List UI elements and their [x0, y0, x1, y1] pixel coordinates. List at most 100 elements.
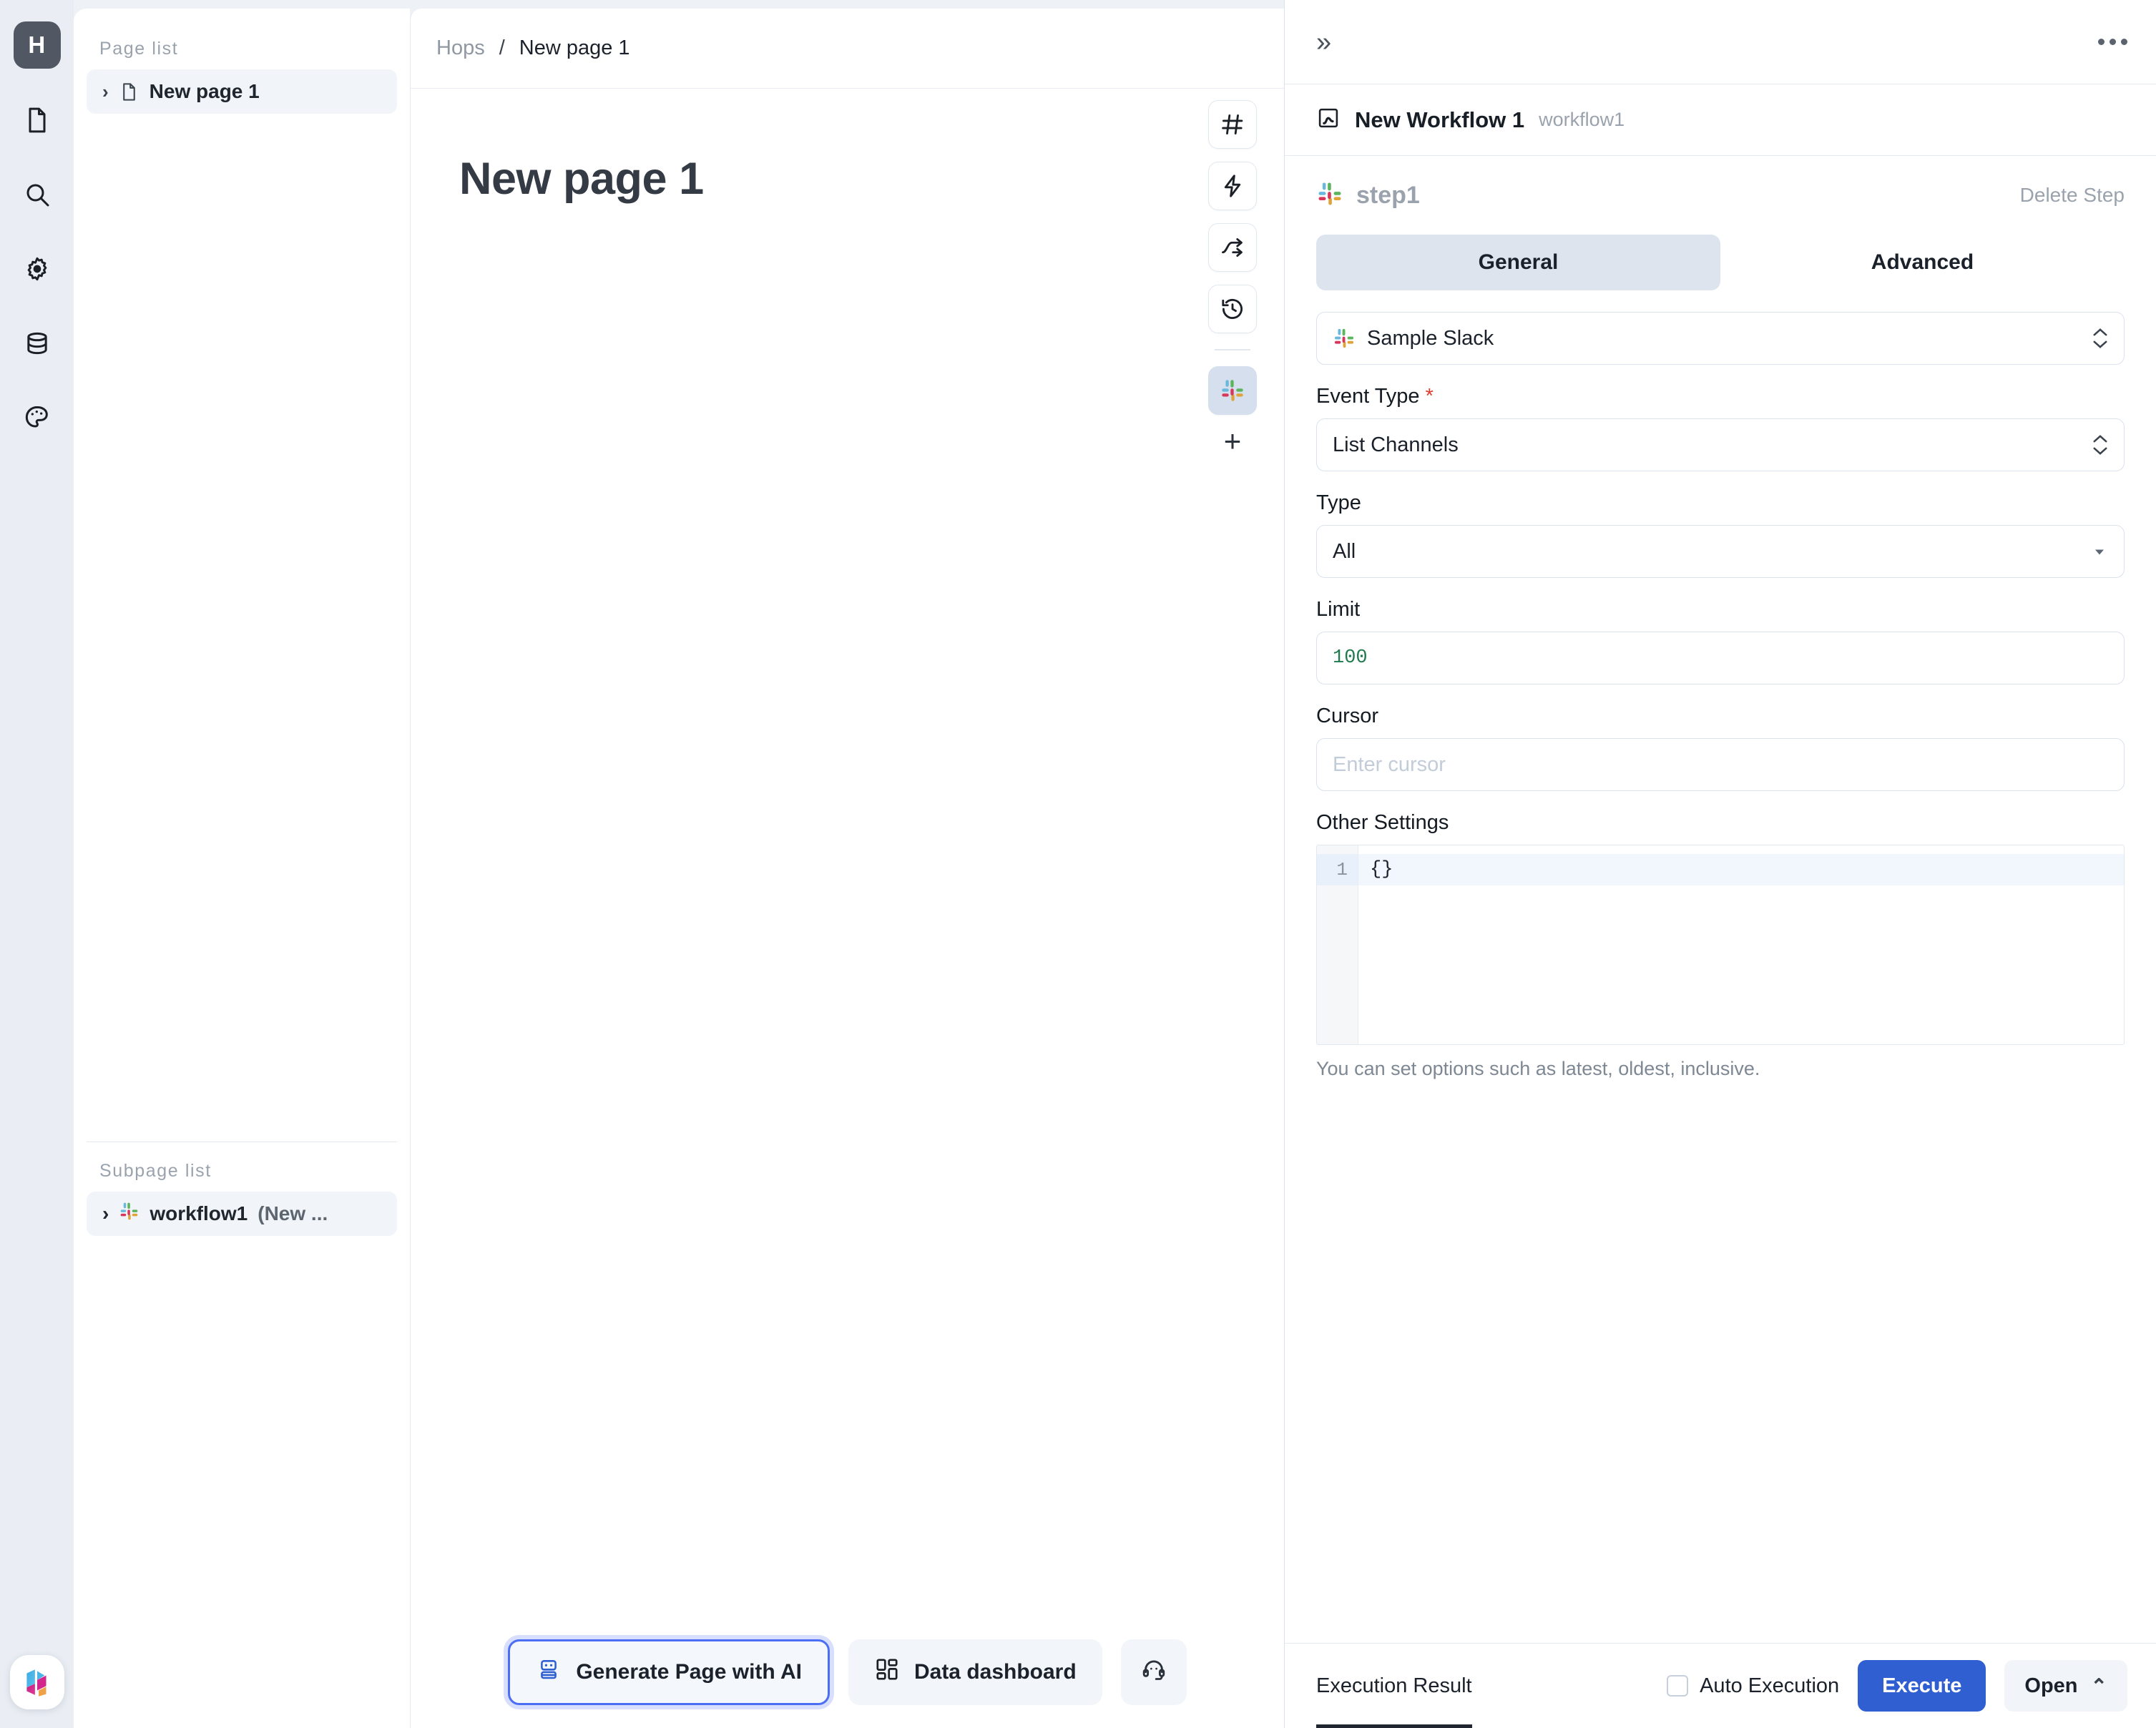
- limit-value: 100: [1333, 647, 1368, 669]
- connection-field: Sample Slack: [1316, 312, 2125, 365]
- search-icon[interactable]: [14, 172, 60, 217]
- slack-icon-button[interactable]: [1208, 366, 1257, 415]
- page-title[interactable]: New page 1: [411, 89, 1284, 205]
- other-settings-label: Other Settings: [1316, 811, 1449, 834]
- cursor-placeholder: Enter cursor: [1333, 752, 1446, 776]
- chevron-right-icon[interactable]: ›: [102, 1202, 109, 1225]
- slack-icon: [119, 1201, 139, 1227]
- chevron-right-icon[interactable]: ›: [102, 82, 109, 101]
- page-list-item-new-page-1[interactable]: › New page 1: [87, 69, 397, 114]
- other-settings-helper-text: You can set options such as latest, olde…: [1316, 1058, 1760, 1079]
- history-icon-button[interactable]: [1208, 285, 1257, 333]
- branch-icon-button[interactable]: [1208, 223, 1257, 272]
- subpage-list-item-workflow1[interactable]: › workflow1 (New ...: [87, 1192, 397, 1236]
- add-step-button[interactable]: +: [1224, 426, 1242, 456]
- robot-icon: [536, 1656, 562, 1688]
- tab-execution-result[interactable]: Execution Result: [1316, 1644, 1472, 1728]
- divider: [1215, 349, 1250, 350]
- workflow-header[interactable]: New Workflow 1 workflow1: [1285, 84, 2156, 156]
- limit-field: Limit 100: [1316, 598, 2125, 684]
- event-type-label-text: Event Type: [1316, 385, 1420, 408]
- support-headset-icon: [1141, 1656, 1167, 1688]
- page-list-title: Page list: [99, 39, 179, 59]
- other-settings-field: Other Settings 1 {} You can set options …: [1316, 811, 2125, 1080]
- event-type-value: List Channels: [1333, 433, 1459, 456]
- left-icon-rail: H: [0, 0, 74, 1728]
- type-field: Type All: [1316, 491, 2125, 578]
- data-dashboard-button[interactable]: Data dashboard: [848, 1639, 1102, 1705]
- subpage-list-title: Subpage list: [99, 1161, 212, 1181]
- cursor-input[interactable]: Enter cursor: [1316, 738, 2125, 791]
- open-panel-button[interactable]: Open ⌃: [2004, 1660, 2127, 1712]
- auto-execution-toggle[interactable]: Auto Execution: [1667, 1674, 1839, 1698]
- other-settings-code-editor[interactable]: 1 {}: [1316, 845, 2125, 1045]
- page-list-item-label: New page 1: [149, 80, 260, 102]
- type-label: Type: [1316, 491, 1361, 514]
- execute-button[interactable]: Execute: [1858, 1660, 1986, 1712]
- data-dashboard-label: Data dashboard: [913, 1660, 1077, 1684]
- hash-icon-button[interactable]: [1208, 100, 1257, 149]
- page-list-spacer: [74, 114, 410, 1142]
- breadcrumb-separator: /: [499, 36, 505, 59]
- stepper-arrows-icon[interactable]: [2092, 434, 2108, 456]
- required-asterisk: *: [1425, 385, 1434, 408]
- generate-page-with-ai-label: Generate Page with AI: [576, 1660, 802, 1684]
- subpage-list-item-suffix: (New ...: [258, 1202, 328, 1224]
- workflow-icon: [1316, 106, 1341, 134]
- workflow-name: New Workflow 1: [1355, 107, 1525, 132]
- auto-execution-label: Auto Execution: [1700, 1674, 1840, 1697]
- type-select[interactable]: All: [1316, 525, 2125, 578]
- breadcrumb-current: New page 1: [519, 36, 630, 59]
- database-icon[interactable]: [14, 320, 60, 366]
- side-panel-header: »: [1285, 0, 2156, 84]
- app-logo-button[interactable]: H: [13, 21, 61, 69]
- chevron-down-icon[interactable]: [2091, 543, 2108, 560]
- chevron-double-right-icon[interactable]: »: [1316, 29, 1331, 56]
- step-identity: step1: [1316, 180, 1420, 211]
- hops-logo-icon[interactable]: [9, 1655, 64, 1709]
- tab-general[interactable]: General: [1316, 235, 1720, 290]
- step-form: Sample Slack Event Type * List Channels: [1285, 300, 2156, 1643]
- canvas-tool-strip: +: [1208, 100, 1257, 456]
- breadcrumb-root[interactable]: Hops: [436, 36, 485, 60]
- type-value: All: [1333, 539, 1356, 563]
- connection-select[interactable]: Sample Slack: [1316, 312, 2125, 365]
- palette-icon[interactable]: [14, 395, 60, 441]
- cursor-field: Cursor Enter cursor: [1316, 705, 2125, 791]
- event-type-label: Event Type *: [1316, 385, 2125, 408]
- support-button[interactable]: [1120, 1639, 1187, 1705]
- app-root: H Page list › New page 1 Subpage list › …: [0, 0, 2156, 1728]
- app-logo-label: H: [28, 31, 46, 58]
- limit-input[interactable]: 100: [1316, 632, 2125, 684]
- document-icon: [119, 82, 139, 102]
- editor-text-area[interactable]: {}: [1358, 845, 2124, 1044]
- editor-gutter: 1: [1317, 845, 1358, 1044]
- breadcrumb: Hops / New page 1: [411, 9, 1284, 89]
- canvas-bottom-actions: Generate Page with AI Data dashboard: [411, 1639, 1284, 1705]
- document-icon[interactable]: [14, 97, 60, 143]
- limit-label: Limit: [1316, 598, 1361, 621]
- delete-step-button[interactable]: Delete Step: [2020, 184, 2125, 207]
- panel-padding: [74, 1236, 410, 1728]
- more-horizontal-icon[interactable]: [2098, 39, 2127, 45]
- tab-advanced[interactable]: Advanced: [1720, 235, 2125, 290]
- workflow-slug: workflow1: [1539, 109, 1625, 130]
- editor-line-1: {}: [1358, 854, 2124, 885]
- workflow-side-panel: » New Workflow 1 workflow1 step1 Delete …: [1284, 0, 2156, 1728]
- cursor-label: Cursor: [1316, 705, 1379, 727]
- step-header: step1 Delete Step: [1285, 156, 2156, 235]
- dashboard-icon: [874, 1656, 900, 1688]
- generate-page-with-ai-button[interactable]: Generate Page with AI: [508, 1639, 830, 1705]
- slack-icon: [1333, 327, 1356, 350]
- step-name[interactable]: step1: [1356, 182, 1420, 210]
- gear-icon[interactable]: [14, 246, 60, 292]
- side-panel-footer: Execution Result Auto Execution Execute …: [1285, 1643, 2156, 1728]
- lightning-icon-button[interactable]: [1208, 162, 1257, 210]
- main-content-panel: Hops / New page 1 New page 1 + Generate …: [410, 9, 1284, 1728]
- auto-execution-checkbox[interactable]: [1667, 1675, 1689, 1697]
- subpage-list-item-label: workflow1: [150, 1202, 248, 1224]
- stepper-arrows-icon[interactable]: [2092, 328, 2108, 349]
- connection-value: Sample Slack: [1367, 326, 1494, 350]
- editor-line-number: 1: [1317, 854, 1358, 885]
- event-type-select[interactable]: List Channels: [1316, 418, 2125, 471]
